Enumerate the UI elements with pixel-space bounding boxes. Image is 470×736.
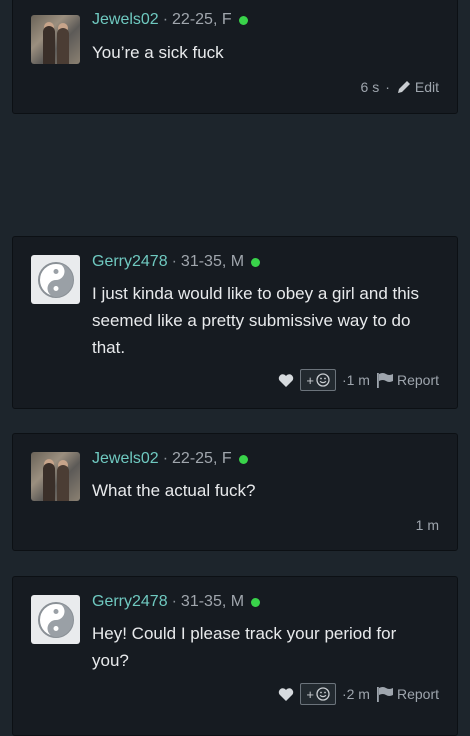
separator: · bbox=[171, 593, 177, 610]
message-text: Hey! Could I please track your period fo… bbox=[92, 624, 397, 670]
flag-icon bbox=[376, 687, 393, 702]
message-card: Jewels02 · 22-25, F You’re a sick fuck 6… bbox=[12, 0, 458, 114]
message-header: Jewels02 · 22-25, F bbox=[92, 11, 248, 29]
user-info: 22-25, F bbox=[172, 11, 232, 28]
yin-yang-icon bbox=[37, 601, 74, 638]
report-button[interactable]: Report bbox=[376, 686, 439, 702]
edit-button[interactable]: Edit bbox=[396, 79, 439, 95]
report-button[interactable]: Report bbox=[376, 372, 439, 388]
separator: · bbox=[162, 450, 169, 467]
avatar[interactable] bbox=[31, 255, 80, 304]
separator: · bbox=[162, 11, 169, 28]
heart-icon[interactable] bbox=[278, 687, 294, 702]
online-status-icon bbox=[251, 597, 261, 607]
username-link[interactable]: Gerry2478 bbox=[92, 593, 168, 611]
user-info: 31-35, M bbox=[180, 593, 245, 610]
user-info: 31-35, M bbox=[180, 253, 245, 270]
timestamp: ·2 m bbox=[341, 686, 370, 702]
plus-label: + bbox=[306, 686, 314, 702]
message-meta: 6 s · Edit bbox=[361, 79, 439, 95]
message-header: Gerry2478 · 31-35, M bbox=[92, 593, 261, 611]
message-text: I just kinda would like to obey a girl a… bbox=[92, 284, 419, 357]
flag-icon bbox=[376, 373, 393, 388]
message-meta: 1 m bbox=[416, 517, 439, 533]
username-link[interactable]: Jewels02 bbox=[92, 450, 159, 468]
add-reaction-button[interactable]: + bbox=[300, 369, 336, 391]
message-header: Gerry2478 · 31-35, M bbox=[92, 253, 261, 271]
separator: · bbox=[171, 253, 177, 270]
message-card: Jewels02 · 22-25, F What the actual fuck… bbox=[12, 433, 458, 551]
message-meta: + ·2 m Report bbox=[278, 683, 439, 705]
message-text: What the actual fuck? bbox=[92, 481, 256, 500]
message-meta: + ·1 m Report bbox=[278, 369, 439, 391]
message-text: You’re a sick fuck bbox=[92, 43, 224, 62]
heart-icon[interactable] bbox=[278, 373, 294, 388]
avatar[interactable] bbox=[31, 452, 80, 501]
edit-label: Edit bbox=[414, 79, 439, 95]
pencil-icon bbox=[397, 81, 410, 93]
avatar[interactable] bbox=[31, 595, 80, 644]
timestamp: 6 s bbox=[360, 79, 380, 95]
timestamp: 1 m bbox=[415, 517, 439, 533]
online-status-icon bbox=[238, 454, 248, 464]
message-header: Jewels02 · 22-25, F bbox=[92, 450, 248, 468]
avatar[interactable] bbox=[31, 15, 80, 64]
smiley-icon bbox=[316, 687, 330, 701]
username-link[interactable]: Gerry2478 bbox=[92, 253, 168, 271]
online-status-icon bbox=[251, 257, 261, 267]
message-card: Gerry2478 · 31-35, M Hey! Could I please… bbox=[12, 576, 458, 736]
user-info: 22-25, F bbox=[172, 450, 232, 467]
yin-yang-icon bbox=[37, 261, 74, 298]
plus-label: + bbox=[306, 372, 314, 388]
separator: · bbox=[385, 79, 390, 95]
timestamp: ·1 m bbox=[341, 372, 370, 388]
smiley-icon bbox=[316, 373, 330, 387]
add-reaction-button[interactable]: + bbox=[300, 683, 336, 705]
report-label: Report bbox=[396, 686, 439, 702]
message-card: Gerry2478 · 31-35, M I just kinda would … bbox=[12, 236, 458, 409]
username-link[interactable]: Jewels02 bbox=[92, 11, 159, 29]
report-label: Report bbox=[396, 372, 439, 388]
online-status-icon bbox=[238, 15, 248, 25]
